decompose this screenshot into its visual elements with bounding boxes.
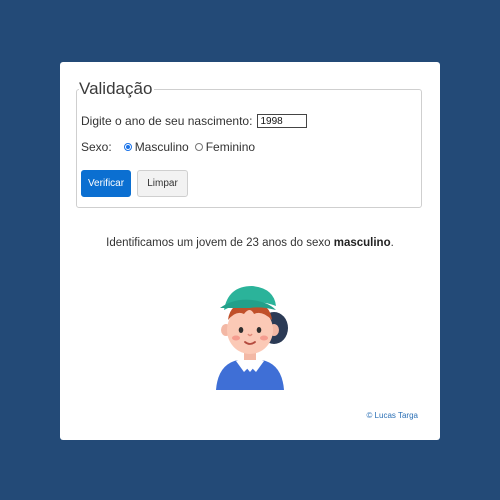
radio-masculino[interactable]: [123, 143, 132, 151]
radio-feminino-label: Feminino: [205, 140, 256, 154]
validation-fieldset: Validação Digite o ano de seu nascimento…: [76, 80, 422, 208]
birth-year-label: Digite o ano de seu nascimento:: [81, 114, 253, 128]
radio-masculino-label: Masculino: [134, 140, 189, 154]
radio-feminino[interactable]: [194, 143, 203, 151]
result-sex: masculino: [333, 237, 391, 249]
clear-button[interactable]: Limpar: [137, 170, 188, 197]
boy-with-cap-avatar-icon: [216, 286, 288, 390]
radio-option-masculino[interactable]: Masculino: [122, 140, 189, 154]
birth-year-input[interactable]: [257, 114, 308, 128]
result-message: Identificamos um jovem de 23 anos do sex…: [60, 237, 440, 249]
result-suffix: .: [390, 237, 394, 249]
verify-button[interactable]: Verificar: [81, 170, 131, 197]
radio-option-feminino[interactable]: Feminino: [193, 140, 255, 154]
main-card: Validação Digite o ano de seu nascimento…: [60, 62, 440, 440]
sex-label: Sexo:: [81, 140, 112, 154]
result-text: Identificamos um jovem de 23 anos do sex…: [106, 237, 334, 249]
sex-row: Sexo: Masculino Feminino: [81, 140, 259, 154]
birth-year-row: Digite o ano de seu nascimento:: [81, 114, 308, 128]
fieldset-legend: Validação: [79, 79, 153, 98]
author-credit-link[interactable]: © Lucas Targa: [366, 411, 418, 420]
